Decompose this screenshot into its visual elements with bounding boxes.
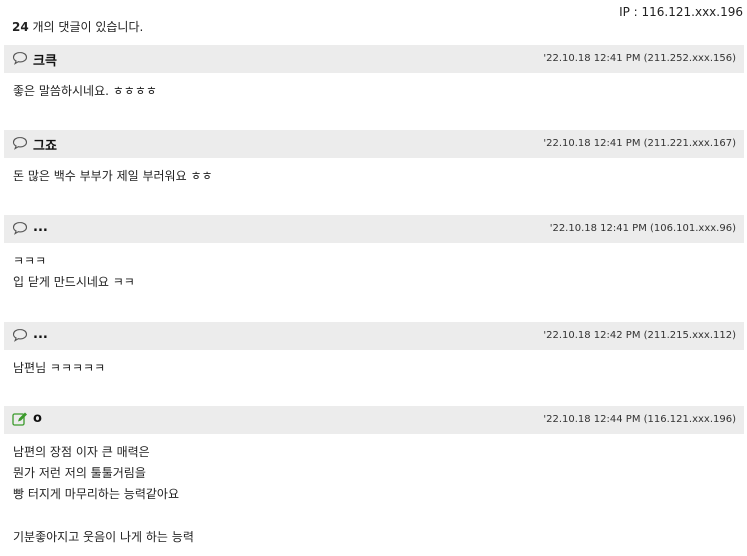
comment-header: 그죠 '22.10.18 12:41 PM (211.221.xxx.167) (4, 130, 744, 158)
comment-list: 크큭 '22.10.18 12:41 PM (211.252.xxx.156) … (4, 45, 744, 556)
comment-body: 좋은 말씀하시네요. ㅎㅎㅎㅎ (4, 73, 744, 102)
comment-header: ... '22.10.18 12:41 PM (106.101.xxx.96) (4, 215, 744, 243)
comment-line: 남편의 장점 이자 큰 매력은 (13, 445, 150, 459)
speech-bubble-icon (12, 328, 28, 342)
comment-line: 입 닫게 만드시네요 ㅋㅋ (13, 275, 135, 289)
comment-line: 기분좋아지고 웃음이 나게 하는 능력 (13, 530, 194, 544)
speech-bubble-icon (12, 136, 28, 150)
comment-line: 빵 터지게 마무리하는 능력같아요 (13, 487, 180, 501)
comment-count-text: 개의 댓글이 있습니다. (28, 20, 144, 34)
comment-body: 돈 많은 백수 부부가 제일 부러워요 ㅎㅎ (4, 158, 744, 187)
comment-author[interactable]: o (33, 411, 42, 426)
comment-item: ... '22.10.18 12:41 PM (106.101.xxx.96) … (4, 215, 744, 322)
comment-line: ㅋㅋㅋ (13, 254, 47, 268)
comment-meta: '22.10.18 12:42 PM (211.215.xxx.112) (543, 330, 736, 341)
speech-bubble-icon (12, 51, 28, 65)
comment-count-number: 24 (12, 20, 29, 34)
comment-meta: '22.10.18 12:41 PM (106.101.xxx.96) (549, 223, 736, 234)
comment-header: o '22.10.18 12:44 PM (116.121.xxx.196) (4, 406, 744, 434)
comment-line: 뭔가 저런 저의 툴툴거림을 (13, 466, 146, 480)
speech-bubble-icon (12, 221, 28, 235)
comment-line: 돈 많은 백수 부부가 제일 부러워요 ㅎㅎ (13, 169, 213, 183)
comment-author[interactable]: 그죠 (33, 135, 57, 154)
comment-header: ... '22.10.18 12:42 PM (211.215.xxx.112) (4, 322, 744, 350)
comment-meta: '22.10.18 12:41 PM (211.221.xxx.167) (543, 138, 736, 149)
ip-address: IP : 116.121.xxx.196 (619, 5, 743, 19)
comment-count: 24 개의 댓글이 있습니다. (12, 18, 143, 35)
comment-author[interactable]: ... (33, 220, 48, 235)
comment-item: o '22.10.18 12:44 PM (116.121.xxx.196) 남… (4, 406, 744, 556)
comment-meta: '22.10.18 12:44 PM (116.121.xxx.196) (543, 414, 736, 425)
comment-author[interactable]: ... (33, 327, 48, 342)
comment-author[interactable]: 크큭 (33, 50, 57, 69)
comment-line: 좋은 말씀하시네요. ㅎㅎㅎㅎ (13, 84, 157, 98)
comment-meta: '22.10.18 12:41 PM (211.252.xxx.156) (543, 53, 736, 64)
comment-line: 남편님 ㅋㅋㅋㅋㅋ (13, 361, 106, 375)
comment-item: 크큭 '22.10.18 12:41 PM (211.252.xxx.156) … (4, 45, 744, 130)
comment-item: ... '22.10.18 12:42 PM (211.215.xxx.112)… (4, 322, 744, 406)
edit-icon (12, 412, 27, 426)
comment-body: 남편의 장점 이자 큰 매력은 뭔가 저런 저의 툴툴거림을 빵 터지게 마무리… (4, 434, 744, 548)
comment-header: 크큭 '22.10.18 12:41 PM (211.252.xxx.156) (4, 45, 744, 73)
comment-line (13, 505, 735, 527)
comment-body: ㅋㅋㅋ 입 닫게 만드시네요 ㅋㅋ (4, 243, 744, 293)
comment-item: 그죠 '22.10.18 12:41 PM (211.221.xxx.167) … (4, 130, 744, 215)
comment-body: 남편님 ㅋㅋㅋㅋㅋ (4, 350, 744, 379)
